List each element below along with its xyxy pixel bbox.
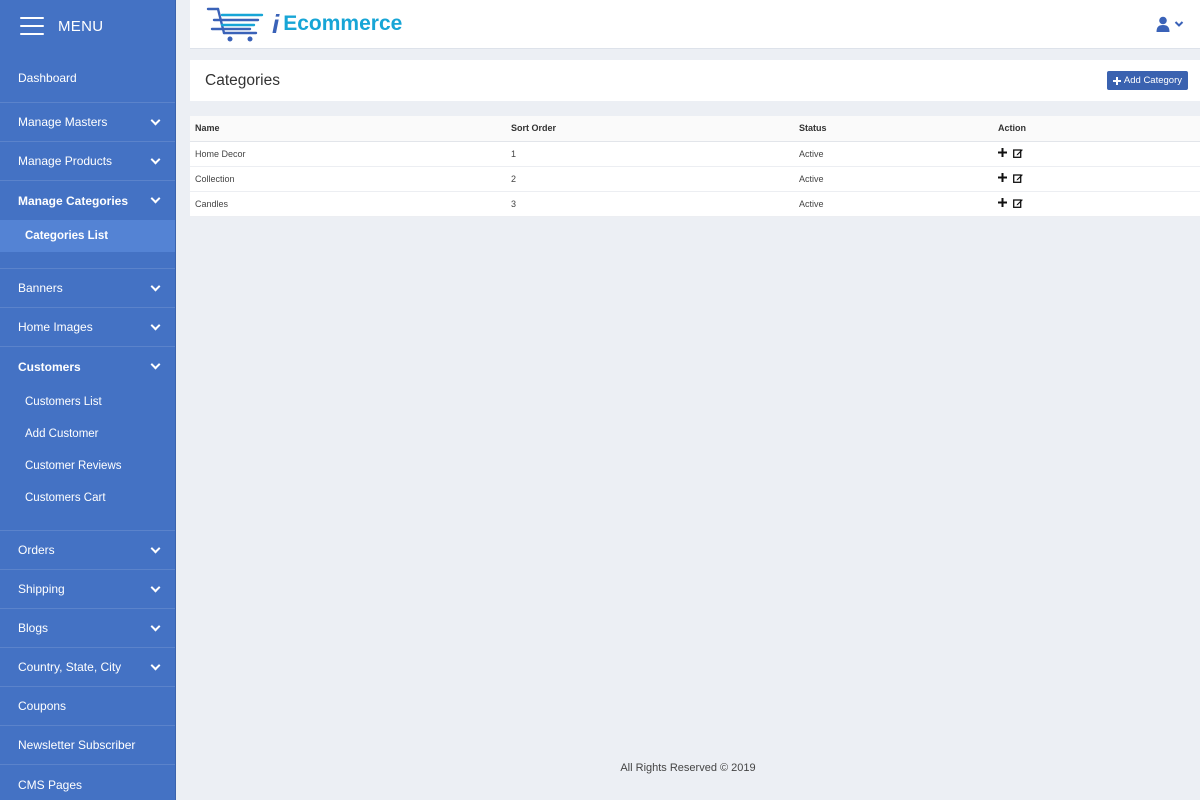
table-row: Collection 2 Active xyxy=(190,166,1200,192)
sidebar-item-manage-categories[interactable]: Manage Categories xyxy=(0,181,175,220)
sidebar-item-label: Manage Products xyxy=(18,154,113,168)
user-menu-button[interactable] xyxy=(1156,16,1184,32)
logo-text: Ecommerce xyxy=(283,12,403,35)
chevron-down-icon xyxy=(150,359,161,370)
chevron-down-icon xyxy=(1174,21,1184,27)
sidebar-subitem-label: Customer Reviews xyxy=(25,460,122,472)
column-header-status[interactable]: Status xyxy=(794,116,993,142)
chevron-down-icon xyxy=(150,621,161,631)
sidebar-item-orders[interactable]: Orders xyxy=(0,531,175,570)
sidebar-item-label: Home Images xyxy=(18,320,93,334)
cell-status: Active xyxy=(794,141,993,167)
sidebar-item-label: Coupons xyxy=(18,699,67,713)
chevron-down-icon xyxy=(150,543,161,553)
cell-action xyxy=(993,191,1200,217)
menu-label: MENU xyxy=(58,17,104,35)
edit-icon[interactable] xyxy=(1013,198,1023,208)
chevron-down-icon xyxy=(150,115,161,125)
sidebar-item-blogs[interactable]: Blogs xyxy=(0,609,175,648)
edit-icon[interactable] xyxy=(1013,148,1023,158)
plus-icon xyxy=(1112,76,1121,85)
sidebar-item-coupons[interactable]: Coupons xyxy=(0,687,175,726)
cell-sort-order: 3 xyxy=(506,191,794,217)
plus-icon[interactable] xyxy=(998,148,1007,158)
chevron-down-icon xyxy=(150,660,161,670)
footer-copyright: All Rights Reserved © 2019 xyxy=(620,762,756,774)
menu-toggle[interactable]: MENU xyxy=(0,0,175,52)
sidebar-item-label: Manage Masters xyxy=(18,115,108,129)
sidebar-item-label: CMS Pages xyxy=(18,777,83,792)
chevron-down-icon xyxy=(150,154,161,164)
cell-sort-order: 2 xyxy=(506,166,794,192)
plus-icon[interactable] xyxy=(998,173,1007,183)
sidebar-subitem-add-customer[interactable]: Add Customer xyxy=(0,418,175,450)
sidebar: MENU Dashboard Manage Masters Manage Pro… xyxy=(0,0,176,800)
sidebar-item-customers[interactable]: Customers xyxy=(0,347,175,386)
sidebar-item-newsletter-subscriber[interactable]: Newsletter Subscriber xyxy=(0,726,175,765)
sidebar-item-label: Banners xyxy=(18,281,63,295)
categories-table: Name Sort Order Status Action Home Decor… xyxy=(190,116,1200,217)
sidebar-item-label: Newsletter Subscriber xyxy=(18,738,136,752)
column-header-action: Action xyxy=(993,116,1200,142)
sidebar-item-label: Customers xyxy=(18,359,81,374)
sidebar-subitem-label: Add Customer xyxy=(25,428,99,440)
cell-sort-order: 1 xyxy=(506,141,794,167)
chevron-down-icon xyxy=(150,281,161,291)
page-header: Categories Add Category xyxy=(190,60,1200,101)
add-category-label: Add Category xyxy=(1123,75,1182,86)
column-header-name[interactable]: Name xyxy=(190,116,506,142)
sidebar-subitem-label: Customers List xyxy=(25,396,102,408)
sidebar-item-manage-masters[interactable]: Manage Masters xyxy=(0,103,175,142)
sidebar-item-cms-pages[interactable]: CMS Pages xyxy=(0,765,175,800)
table-row: Home Decor 1 Active xyxy=(190,141,1200,167)
chevron-down-icon xyxy=(150,193,161,204)
table-header-row: Name Sort Order Status Action xyxy=(190,116,1200,142)
sidebar-item-label: Country, State, City xyxy=(18,660,122,674)
sidebar-subitem-label: Categories List xyxy=(25,230,109,242)
sidebar-item-label: Dashboard xyxy=(18,71,77,85)
sidebar-subitem-categories-list[interactable]: Categories List xyxy=(0,220,175,252)
cart-logo-icon xyxy=(206,7,264,42)
plus-icon[interactable] xyxy=(998,198,1007,208)
categories-submenu: Categories List xyxy=(0,220,175,269)
sidebar-item-shipping[interactable]: Shipping xyxy=(0,570,175,609)
chevron-down-icon xyxy=(150,582,161,592)
sidebar-subitem-customers-list[interactable]: Customers List xyxy=(0,386,175,418)
sidebar-item-home-images[interactable]: Home Images xyxy=(0,308,175,347)
sidebar-item-label: Shipping xyxy=(18,582,65,596)
add-category-button[interactable]: Add Category xyxy=(1106,71,1188,90)
column-header-sort-order[interactable]: Sort Order xyxy=(506,116,794,142)
top-bar: i Ecommerce xyxy=(190,0,1200,49)
sidebar-subitem-customer-reviews[interactable]: Customer Reviews xyxy=(0,450,175,482)
chevron-down-icon xyxy=(150,320,161,330)
cell-status: Active xyxy=(794,191,993,217)
user-icon xyxy=(1156,16,1170,32)
cell-name: Home Decor xyxy=(190,141,506,167)
table-row: Candles 3 Active xyxy=(190,191,1200,217)
edit-icon[interactable] xyxy=(1013,173,1023,183)
sidebar-subitem-label: Customers Cart xyxy=(25,492,106,504)
sidebar-item-country-state-city[interactable]: Country, State, City xyxy=(0,648,175,687)
cell-name: Collection xyxy=(190,166,506,192)
logo-mark-icon: i xyxy=(272,8,280,39)
sidebar-item-label: Manage Categories xyxy=(18,193,129,208)
cell-action xyxy=(993,141,1200,167)
cell-status: Active xyxy=(794,166,993,192)
logo[interactable]: i Ecommerce xyxy=(206,5,402,43)
sidebar-item-dashboard[interactable]: Dashboard xyxy=(0,52,175,103)
sidebar-item-label: Blogs xyxy=(18,621,49,635)
page-title: Categories xyxy=(205,71,280,89)
sidebar-subitem-customers-cart[interactable]: Customers Cart xyxy=(0,482,175,514)
cell-name: Candles xyxy=(190,191,506,217)
customers-submenu: Customers List Add Customer Customer Rev… xyxy=(0,386,175,531)
hamburger-icon xyxy=(20,17,44,35)
cell-action xyxy=(993,166,1200,192)
sidebar-item-label: Orders xyxy=(18,543,55,557)
sidebar-item-manage-products[interactable]: Manage Products xyxy=(0,142,175,181)
sidebar-item-banners[interactable]: Banners xyxy=(0,269,175,308)
